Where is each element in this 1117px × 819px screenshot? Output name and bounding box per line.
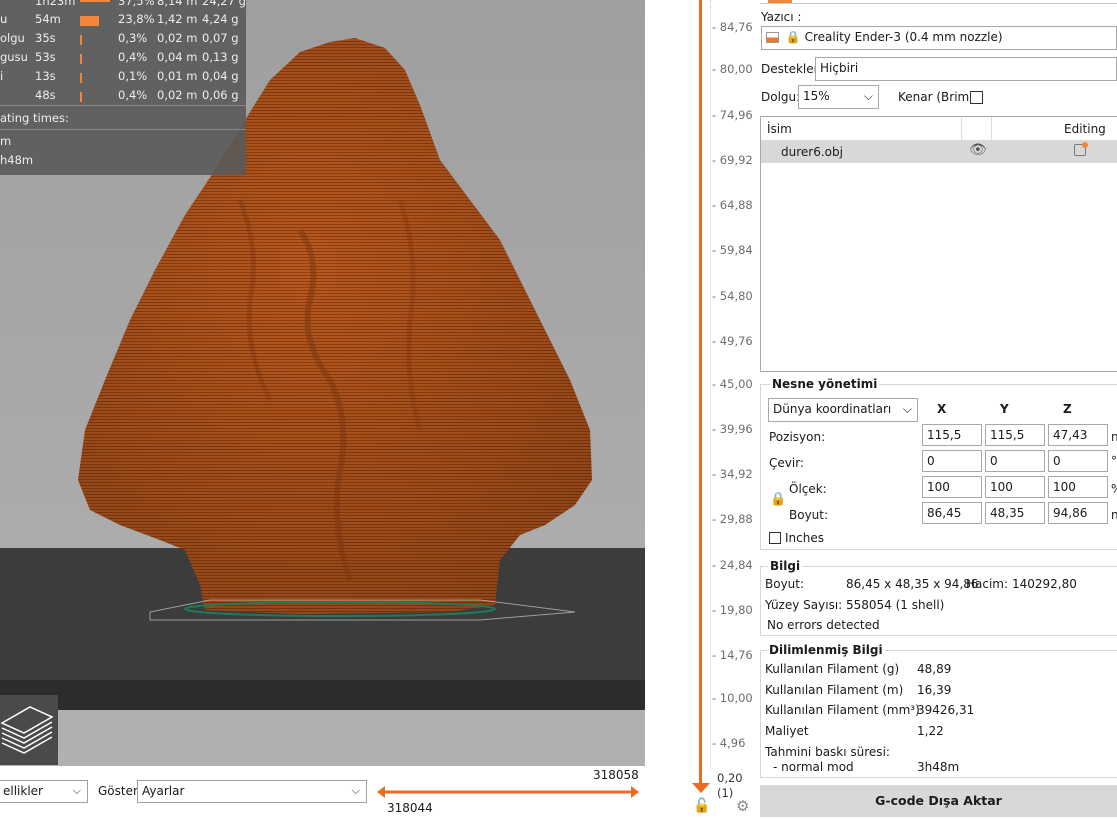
estimated-line: m	[0, 134, 12, 148]
bottom-toolbar: ellikler ⌵ Göster Ayarlar ⌵ 318058 318044	[0, 766, 645, 819]
slider-tick-label: - 19,80	[712, 603, 753, 617]
slider-tick-label: - 69,92	[712, 153, 753, 167]
lock-icon[interactable]: 🔓	[693, 798, 710, 814]
position-x-field[interactable]: 115,5	[922, 424, 982, 446]
scale-z-field[interactable]: 100	[1048, 476, 1108, 498]
supports-combo[interactable]: Hiçbiri	[815, 57, 1117, 81]
infill-label: Dolgu:	[761, 90, 801, 104]
edit-settings-icon[interactable]	[1074, 142, 1088, 156]
lock-icon[interactable]: 🔒	[770, 492, 786, 507]
show-combo[interactable]: Ayarlar ⌵	[137, 780, 367, 803]
size-z-field[interactable]: 94,86	[1048, 502, 1108, 524]
chevron-down-icon: ⌵	[863, 89, 873, 103]
rotate-z-field[interactable]: 0	[1048, 450, 1108, 472]
supports-label: Destekler:	[761, 62, 823, 76]
slider-tick-label: - 80,00	[712, 62, 753, 76]
eye-icon[interactable]: 👁	[969, 142, 987, 158]
object-list[interactable]: İsim Editing durer6.obj 👁	[760, 116, 1117, 372]
chevron-down-icon: ⌵	[351, 784, 360, 797]
slider-tick-label: - 74,96	[712, 108, 753, 122]
slider-tick-label: - 24,84	[712, 558, 753, 572]
lock-icon: 🔒	[785, 30, 801, 44]
settings-panel: Yazıcı : 🔒 Creality Ender-3 (0.4 mm nozz…	[760, 0, 1117, 819]
h-slider-top-value: 318058	[593, 768, 639, 782]
slider-tick-label: - 84,76	[712, 20, 753, 34]
view-type-combo[interactable]: ellikler ⌵	[0, 780, 88, 803]
3d-viewport[interactable]: 1h23m 37,5% 8,14 m 24,27 g u 54m 23,8% 1…	[0, 0, 645, 766]
slider-tick-label: - 29,88	[712, 512, 753, 526]
slider-track	[699, 0, 702, 790]
slider-tick-label: - 4,96	[712, 736, 746, 750]
horizontal-slider[interactable]	[377, 784, 639, 800]
show-label: Göster	[98, 784, 138, 798]
estimated-header: ating times:	[0, 111, 69, 125]
list-item[interactable]: durer6.obj 👁	[761, 141, 1117, 163]
slider-tick-label: - 14,76	[712, 648, 753, 662]
printer-label: Yazıcı :	[761, 10, 802, 24]
gear-icon[interactable]: ⚙	[736, 797, 749, 815]
slider-tick-label: - 59,84	[712, 243, 753, 257]
infill-combo[interactable]: 15% ⌵	[798, 85, 879, 109]
slider-tick-label: - 34,92	[712, 467, 753, 481]
size-y-field[interactable]: 48,35	[985, 502, 1045, 524]
h-slider-bottom-value: 318044	[387, 801, 433, 815]
chevron-down-icon: ⌵	[72, 784, 81, 797]
scale-y-field[interactable]: 100	[985, 476, 1045, 498]
inches-checkbox[interactable]	[769, 532, 781, 544]
slider-tick-label: - 64,88	[712, 198, 753, 212]
coordinate-combo[interactable]: Dünya koordinatları ⌵	[768, 398, 918, 422]
brim-label: Kenar (Brim):	[898, 90, 978, 104]
brim-checkbox[interactable]	[970, 91, 983, 104]
estimated-line: h48m	[0, 153, 34, 167]
slider-tick-label: - 10,00	[712, 691, 753, 705]
slice-legend: 1h23m 37,5% 8,14 m 24,27 g u 54m 23,8% 1…	[0, 0, 246, 175]
rotate-y-field[interactable]: 0	[985, 450, 1045, 472]
printer-icon	[766, 32, 779, 43]
rotate-x-field[interactable]: 0	[922, 450, 982, 472]
layers-stack-icon	[0, 706, 54, 754]
slider-tick-label: - 39,96	[712, 422, 753, 436]
layer-slider[interactable]: - 84,76 - 80,00 - 74,96 - 69,92 - 64,88 - 59,…	[645, 0, 760, 819]
scale-x-field[interactable]: 100	[922, 476, 982, 498]
list-header: İsim Editing	[761, 117, 1117, 141]
position-y-field[interactable]: 115,5	[985, 424, 1045, 446]
object-mgmt-title: Nesne yönetimi	[770, 377, 880, 391]
export-gcode-button[interactable]: G-code Dışa Aktar	[760, 785, 1117, 817]
slider-lower-thumb[interactable]	[692, 783, 710, 795]
slider-tick-label: - 45,00	[712, 377, 753, 391]
printer-combo[interactable]: 🔒 Creality Ender-3 (0.4 mm nozzle)	[761, 26, 1117, 50]
layers-view-button[interactable]	[0, 695, 58, 765]
slider-tick-label: - 49,76	[712, 334, 753, 348]
slider-tick-label: - 54,80	[712, 289, 753, 303]
chevron-down-icon: ⌵	[902, 402, 912, 416]
position-z-field[interactable]: 47,43	[1048, 424, 1108, 446]
size-x-field[interactable]: 86,45	[922, 502, 982, 524]
